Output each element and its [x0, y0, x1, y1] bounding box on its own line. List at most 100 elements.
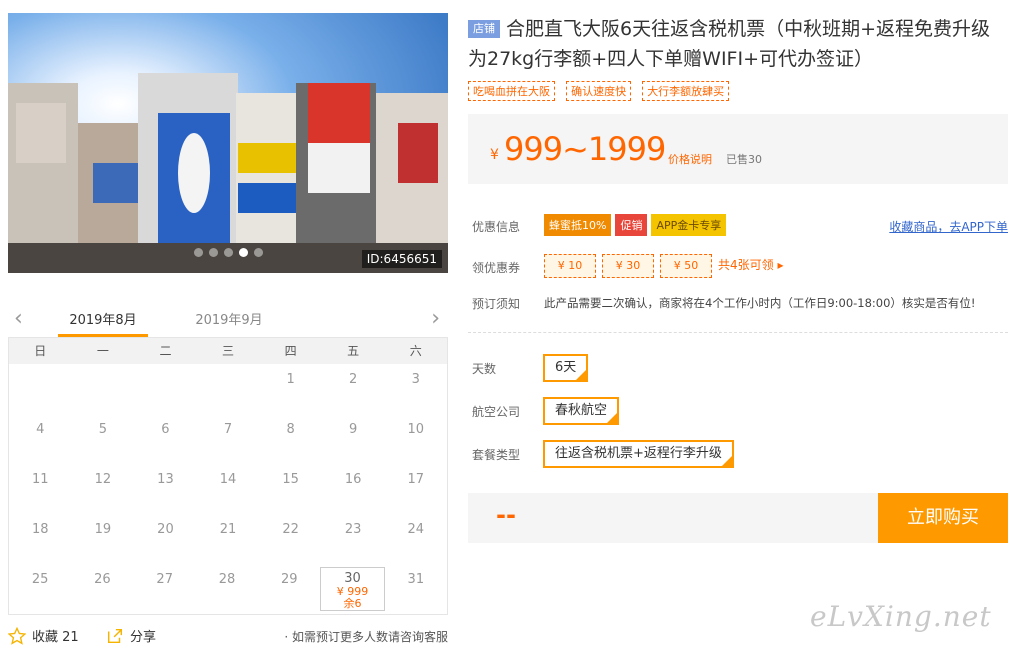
- promo-pill-sale[interactable]: 促销: [615, 214, 648, 236]
- calendar-day: 17: [407, 472, 425, 487]
- shop-badge[interactable]: 店铺: [468, 20, 500, 38]
- calendar-day: 27: [156, 572, 173, 587]
- tab-month-august[interactable]: 2019年8月: [58, 309, 148, 337]
- promo-pill-honey[interactable]: 蜂蜜抵10%: [544, 214, 612, 236]
- coupon-50[interactable]: ¥ 50: [660, 254, 712, 278]
- weekday: 日: [34, 344, 47, 358]
- promo-label: 优惠信息: [472, 220, 521, 234]
- notice-row: 预订须知 此产品需要二次确认，商家将在4个工作小时内（工作日9:00-18:00…: [472, 295, 1008, 313]
- favorite-label: 收藏 21: [32, 630, 79, 645]
- coupon-row: 领优惠券 ¥ 10 ¥ 30 ¥ 50 共4张可领 ▸: [472, 254, 1008, 280]
- calendar-day: 1: [286, 372, 295, 387]
- product-info: 店铺 合肥直飞大阪6天往返含税机票（中秋班期+返程免费升级为27kg行李额+四人下…: [468, 14, 1008, 101]
- airline-label: 航空公司: [472, 405, 521, 419]
- calendar-day-available[interactable]: 30 ¥ 999 余6: [320, 567, 385, 611]
- calendar-day: 21: [219, 522, 237, 537]
- notice-text: 此产品需要二次确认，商家将在4个工作小时内（工作日9:00-18:00）核实是否…: [544, 296, 976, 310]
- share-icon: [107, 628, 123, 643]
- calendar-day: 12: [94, 472, 112, 487]
- weekday: 五: [347, 344, 360, 358]
- weekday: 六: [409, 344, 422, 358]
- carousel-dot[interactable]: [208, 248, 218, 257]
- product-title: 店铺 合肥直飞大阪6天往返含税机票（中秋班期+返程免费升级为27kg行李额+四人下…: [468, 14, 1008, 74]
- share-label: 分享: [130, 630, 157, 645]
- days-label: 天数: [472, 362, 497, 376]
- photo-id-label: ID:6456651: [361, 250, 442, 268]
- day-number: 30: [344, 571, 361, 586]
- calendar-day: [72, 364, 135, 414]
- calendar-day: 31: [407, 572, 425, 587]
- calendar-day: 4: [36, 422, 45, 437]
- product-title-text: 合肥直飞大阪6天往返含税机票（中秋班期+返程免费升级为27kg行李额+四人下单赠…: [468, 18, 991, 70]
- calendar-day: 9: [349, 422, 358, 437]
- airline-option[interactable]: 春秋航空: [543, 397, 620, 425]
- calendar-day: 16: [344, 472, 362, 487]
- action-bar: 收藏 21 分享 · 如需预订更多人数请咨询客服: [8, 626, 448, 648]
- calendar-day: 28: [218, 572, 236, 587]
- divider: [468, 332, 1008, 333]
- favorite-app-link[interactable]: 收藏商品，去APP下单: [889, 218, 1008, 235]
- product-tag: 确认速度快: [566, 81, 632, 101]
- buy-now-button[interactable]: 立即购买: [878, 493, 1008, 543]
- calendar-day: 7: [223, 422, 233, 437]
- carousel-dot[interactable]: [193, 248, 203, 257]
- product-photo[interactable]: ID:6456651: [8, 13, 448, 273]
- coupon-30[interactable]: ¥ 30: [602, 254, 654, 278]
- calendar-row: 25 26 27 28 29 30 ¥ 999 余6 31: [9, 564, 447, 614]
- calendar-day: 26: [94, 572, 111, 587]
- calendar-row: 18 19 20 21 22 23 24: [9, 514, 447, 564]
- calendar-day: 8: [286, 422, 295, 437]
- promo-pill-app[interactable]: APP金卡专享: [651, 214, 727, 236]
- calendar-day: 25: [31, 572, 49, 587]
- carousel-dot[interactable]: [223, 248, 233, 257]
- calendar-day: [134, 364, 197, 414]
- coupon-10[interactable]: ¥ 10: [544, 254, 596, 278]
- weekday: 三: [222, 344, 235, 358]
- promo-row: 优惠信息 蜂蜜抵10% 促销 APP金卡专享 收藏商品，去APP下单: [472, 214, 1008, 238]
- calendar-day: 22: [282, 522, 299, 537]
- calendar-day: 2: [349, 372, 358, 387]
- chevron-right-icon[interactable]: ›: [431, 306, 440, 331]
- notice-label: 预订须知: [472, 297, 521, 311]
- favorite-button[interactable]: 收藏 21: [8, 626, 79, 645]
- coupon-label: 领优惠券: [472, 261, 521, 275]
- price-box: ¥ 999~1999 价格说明 已售30: [468, 114, 1008, 184]
- day-remaining: 余6: [343, 597, 362, 610]
- currency-symbol: ¥: [490, 147, 499, 163]
- calendar-row: 4 5 6 7 8 9 10: [9, 414, 447, 464]
- calendar-day: 24: [407, 522, 425, 537]
- package-option[interactable]: 往返含税机票+返程行李升级: [543, 440, 734, 468]
- chevron-left-icon[interactable]: ‹: [14, 306, 23, 331]
- calendar-day: [9, 364, 72, 414]
- star-icon: [8, 626, 26, 645]
- osaka-street-photo: [8, 13, 448, 273]
- package-label: 套餐类型: [472, 448, 521, 462]
- chevron-right-small-icon: ▸: [777, 258, 784, 272]
- buy-bar: -- 立即购买: [468, 493, 1008, 543]
- weekday: 二: [159, 344, 172, 358]
- coupon-more-link[interactable]: 共4张可领 ▸: [718, 258, 784, 272]
- carousel-dot[interactable]: [253, 248, 263, 257]
- calendar-day: 3: [411, 372, 420, 387]
- calendar-day: 19: [94, 522, 112, 537]
- product-tag: 吃喝血拼在大阪: [468, 81, 555, 101]
- tab-month-september[interactable]: 2019年9月: [184, 309, 274, 328]
- calendar-row: 1 2 3: [9, 364, 447, 414]
- weekday-header: 日 一 二 三 四 五 六: [9, 338, 447, 364]
- calendar-row: 11 12 13 14 15 16 17: [9, 464, 447, 514]
- calendar-day: 15: [282, 472, 299, 487]
- calendar-day: 29: [280, 572, 298, 587]
- calendar-day: 14: [219, 472, 237, 487]
- calendar-day: 6: [161, 422, 170, 437]
- days-option[interactable]: 6天: [543, 354, 589, 382]
- calendar-day: 18: [32, 522, 49, 537]
- calendar-day: 20: [157, 522, 174, 537]
- carousel-dot-active[interactable]: [238, 248, 248, 257]
- calendar-grid: 日 一 二 三 四 五 六 1 2 3 4 5 6 7 8 9 10 11 12…: [8, 337, 448, 615]
- sold-count: 已售30: [726, 153, 762, 166]
- total-price: --: [496, 501, 516, 529]
- share-button[interactable]: 分享: [106, 626, 156, 645]
- price-explain-link[interactable]: 价格说明: [668, 151, 712, 167]
- calendar-day: 5: [98, 422, 107, 437]
- calendar-header: ‹ 2019年8月 2019年9月 ›: [8, 300, 448, 337]
